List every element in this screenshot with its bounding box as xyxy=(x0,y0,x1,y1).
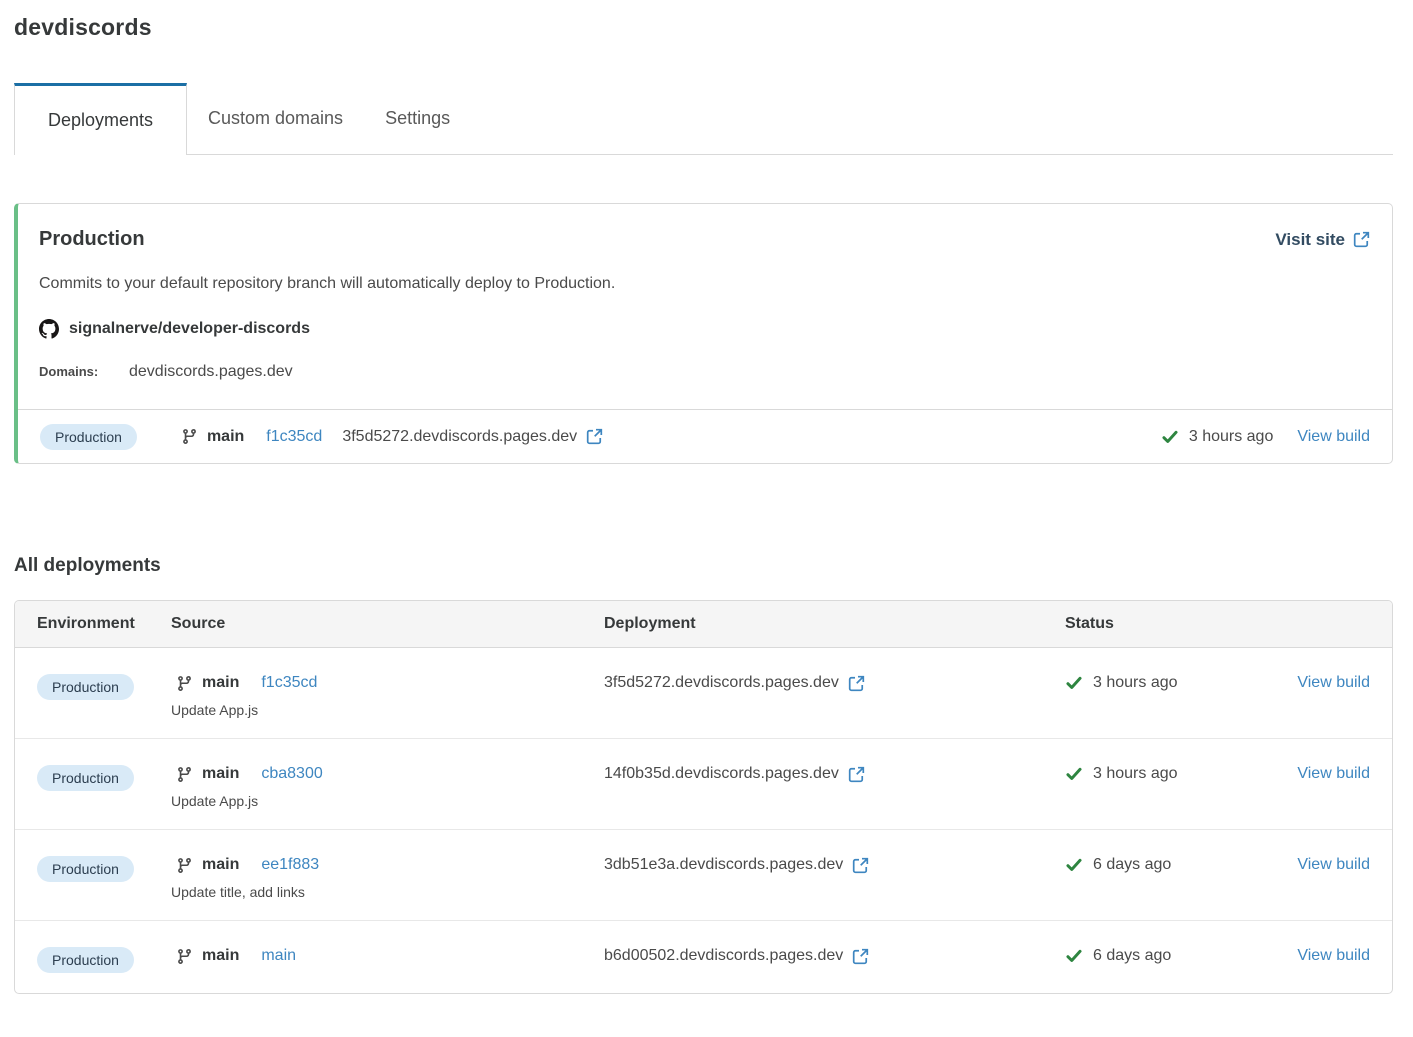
deployment-url: 3f5d5272.devdiscords.pages.dev xyxy=(342,428,577,446)
table-row: Production main cba8300 Update App.js 14… xyxy=(15,739,1392,830)
commit-message: Update App.js xyxy=(171,793,604,809)
tab-custom-domains-label: Custom domains xyxy=(208,108,343,129)
deployment-url: 3f5d5272.devdiscords.pages.dev xyxy=(604,674,839,692)
all-deployments-title: All deployments xyxy=(14,555,1393,577)
tab-settings-label: Settings xyxy=(385,108,450,129)
deployment-status: 3 hours ago xyxy=(1161,428,1274,446)
deployment-url: b6d00502.devdiscords.pages.dev xyxy=(604,947,843,965)
branch-group: main xyxy=(181,428,244,446)
check-icon xyxy=(1065,674,1083,692)
status-time: 3 hours ago xyxy=(1189,428,1274,446)
view-build-link[interactable]: View build xyxy=(1297,674,1370,691)
commit-message: Update App.js xyxy=(171,702,604,718)
visit-site-link[interactable]: Visit site xyxy=(1275,230,1370,250)
repository-link[interactable]: signalnerve/developer-discords xyxy=(39,319,1370,339)
git-branch-icon xyxy=(176,948,193,965)
production-deployment-row: Production main f1c35cd 3f5d5272.devdisc… xyxy=(18,409,1392,463)
commit-link[interactable]: main xyxy=(261,947,296,965)
branch-name: main xyxy=(207,428,244,446)
table-row: Production main f1c35cd Update App.js 3f… xyxy=(15,648,1392,739)
environment-badge: Production xyxy=(37,674,134,700)
table-row: Production main main b6d00502.devdiscord… xyxy=(15,921,1392,993)
page: devdiscords Deployments Custom domains S… xyxy=(0,0,1413,1024)
deployment-url-link[interactable]: 3f5d5272.devdiscords.pages.dev xyxy=(342,428,603,446)
commit-link[interactable]: f1c35cd xyxy=(261,674,317,692)
check-icon xyxy=(1065,856,1083,874)
git-branch-icon xyxy=(176,857,193,874)
environment-badge: Production xyxy=(37,856,134,882)
git-branch-icon xyxy=(176,766,193,783)
domains-row: Domains: devdiscords.pages.dev xyxy=(39,363,1370,381)
column-header-source: Source xyxy=(171,615,604,633)
status-time: 3 hours ago xyxy=(1093,765,1178,783)
external-link-icon xyxy=(848,766,865,783)
page-title: devdiscords xyxy=(14,14,1393,41)
deployment-url-link[interactable]: 3f5d5272.devdiscords.pages.dev xyxy=(604,674,865,692)
view-build-link[interactable]: View build xyxy=(1297,856,1370,873)
tab-deployments-label: Deployments xyxy=(48,110,153,131)
commit-link[interactable]: cba8300 xyxy=(261,765,322,783)
commit-link[interactable]: f1c35cd xyxy=(266,428,322,446)
deployments-table: Environment Source Deployment Status Pro… xyxy=(14,600,1393,994)
check-icon xyxy=(1065,765,1083,783)
column-header-environment: Environment xyxy=(37,615,171,633)
tab-deployments[interactable]: Deployments xyxy=(14,83,187,155)
external-link-icon xyxy=(1353,231,1370,248)
check-icon xyxy=(1065,947,1083,965)
view-build-link[interactable]: View build xyxy=(1297,428,1370,446)
status-time: 6 days ago xyxy=(1093,947,1171,965)
deployment-status: 6 days ago xyxy=(1065,856,1284,874)
github-icon xyxy=(39,319,59,339)
domains-label: Domains: xyxy=(39,364,107,379)
external-link-icon xyxy=(852,857,869,874)
deployment-status: 3 hours ago xyxy=(1065,674,1284,692)
column-header-status: Status xyxy=(1065,615,1284,633)
domains-value: devdiscords.pages.dev xyxy=(129,363,293,381)
branch-name: main xyxy=(202,856,239,874)
deployment-url: 14f0b35d.devdiscords.pages.dev xyxy=(604,765,839,783)
deployment-url-link[interactable]: 14f0b35d.devdiscords.pages.dev xyxy=(604,765,865,783)
tab-bar: Deployments Custom domains Settings xyxy=(14,83,1393,155)
git-branch-icon xyxy=(176,675,193,692)
tab-custom-domains[interactable]: Custom domains xyxy=(187,83,364,154)
external-link-icon xyxy=(848,675,865,692)
repository-name: signalnerve/developer-discords xyxy=(69,320,310,338)
production-card-title: Production xyxy=(39,228,145,251)
view-build-link[interactable]: View build xyxy=(1297,765,1370,782)
table-header: Environment Source Deployment Status xyxy=(15,601,1392,648)
environment-badge: Production xyxy=(37,947,134,973)
production-description: Commits to your default repository branc… xyxy=(39,275,1370,293)
view-build-link[interactable]: View build xyxy=(1297,947,1370,964)
deployment-url-link[interactable]: b6d00502.devdiscords.pages.dev xyxy=(604,947,869,965)
deployment-url-link[interactable]: 3db51e3a.devdiscords.pages.dev xyxy=(604,856,869,874)
external-link-icon xyxy=(586,428,603,445)
check-icon xyxy=(1161,428,1179,446)
status-time: 6 days ago xyxy=(1093,856,1171,874)
commit-link[interactable]: ee1f883 xyxy=(261,856,319,874)
column-header-deployment: Deployment xyxy=(604,615,1065,633)
visit-site-label: Visit site xyxy=(1275,230,1345,250)
status-time: 3 hours ago xyxy=(1093,674,1178,692)
branch-name: main xyxy=(202,947,239,965)
git-branch-icon xyxy=(181,428,198,445)
environment-badge: Production xyxy=(40,424,137,450)
branch-name: main xyxy=(202,674,239,692)
deployment-status: 6 days ago xyxy=(1065,947,1284,965)
commit-message: Update title, add links xyxy=(171,884,604,900)
table-row: Production main ee1f883 Update title, ad… xyxy=(15,830,1392,921)
deployment-status: 3 hours ago xyxy=(1065,765,1284,783)
tab-settings[interactable]: Settings xyxy=(364,83,471,154)
environment-badge: Production xyxy=(37,765,134,791)
external-link-icon xyxy=(852,948,869,965)
production-card: Production Visit site Commits to your de… xyxy=(14,203,1393,464)
branch-name: main xyxy=(202,765,239,783)
deployment-url: 3db51e3a.devdiscords.pages.dev xyxy=(604,856,843,874)
